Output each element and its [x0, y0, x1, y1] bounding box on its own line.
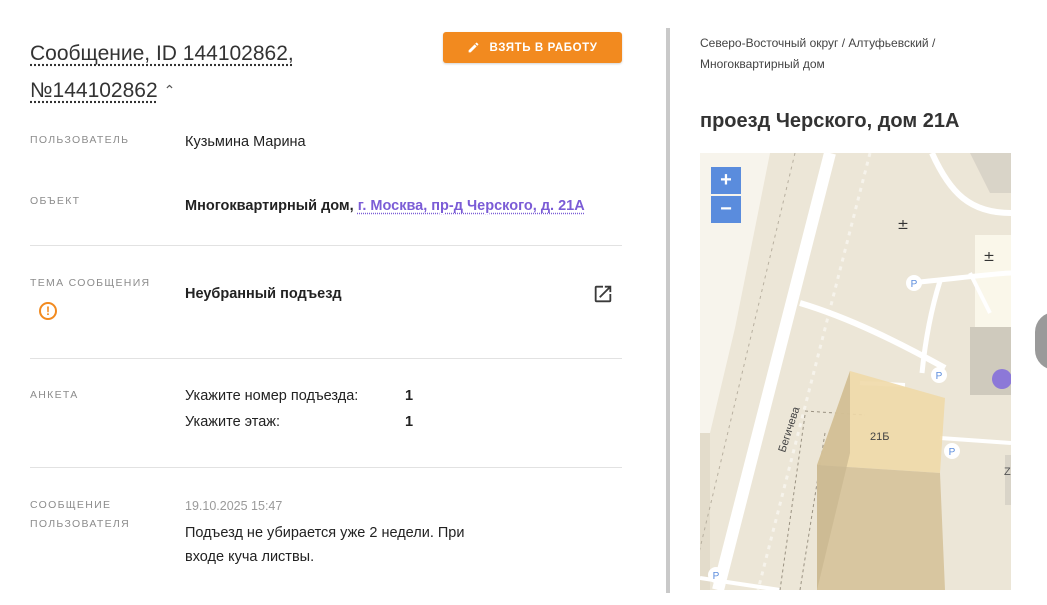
survey-answer: 1 [405, 388, 414, 404]
svg-text:P: P [936, 371, 943, 382]
building-label: 21Б [870, 431, 889, 443]
divider [30, 358, 622, 359]
survey-label: АНКЕТА [30, 389, 79, 401]
user-message-label-line-1: СООБЩЕНИЕ [30, 499, 112, 511]
survey-question: Укажите номер подъезда: [185, 388, 359, 404]
user-message-label-line-2: ПОЛЬЗОВАТЕЛЯ [30, 518, 130, 530]
parking-icon: P [944, 443, 960, 459]
divider [30, 467, 622, 468]
zoom-out-button[interactable]: − [711, 196, 741, 223]
building-fragment-label: Z [1004, 466, 1011, 478]
user-message-text: Подъезд не убирается уже 2 недели. При в… [185, 525, 465, 565]
user-value: Кузьмина Марина [185, 134, 306, 150]
user-message-timestamp: 19.10.2025 15:47 [185, 499, 283, 513]
parking-icon: P [906, 275, 922, 291]
pencil-icon [469, 42, 479, 53]
parking-icon: P [708, 567, 724, 583]
object-value: Многоквартирный дом, г. Москва, пр-д Чер… [185, 198, 585, 214]
title-line-2: №144102862 [30, 79, 158, 102]
panel-divider[interactable] [666, 28, 670, 593]
take-to-work-label: ВЗЯТЬ В РАБОТУ [489, 41, 598, 54]
map-canvas: P P P P ± ± Бегичева 21Б Z [700, 153, 1011, 590]
survey-answer: 1 [405, 414, 414, 430]
chevron-up-icon[interactable]: ⌃ [164, 72, 176, 108]
object-address-link[interactable]: г. Москва, пр-д Черского, д. 21А [358, 198, 585, 214]
location-map[interactable]: P P P P ± ± Бегичева 21Б Z + − [700, 153, 1011, 590]
user-label: ПОЛЬЗОВАТЕЛЬ [30, 134, 130, 146]
zoom-in-button[interactable]: + [711, 167, 741, 194]
title-line-1: Сообщение, ID 144102862, [30, 42, 294, 65]
external-link-icon[interactable] [592, 283, 614, 305]
side-panel-toggle[interactable] [1035, 312, 1047, 370]
topic-label: ТЕМА СООБЩЕНИЯ [30, 277, 151, 289]
survey-question: Укажите этаж: [185, 414, 281, 430]
svg-text:P: P [713, 571, 720, 582]
poi-icon: ± [897, 217, 909, 233]
user-message-label: СООБЩЕНИЕ ПОЛЬЗОВАТЕЛЯ [30, 496, 130, 534]
topic-value: Неубранный подъезд [185, 286, 342, 302]
warning-icon: ! [39, 302, 57, 320]
poi-icon: ± [983, 249, 995, 265]
svg-text:P: P [911, 279, 918, 290]
object-type: Многоквартирный дом, [185, 198, 354, 214]
divider [30, 245, 622, 246]
message-title[interactable]: Сообщение, ID 144102862, №144102862 ⌃ [30, 36, 430, 109]
svg-text:P: P [949, 447, 956, 458]
location-address: проезд Черского, дом 21А [700, 110, 960, 132]
take-to-work-button[interactable]: ВЗЯТЬ В РАБОТУ [443, 32, 622, 63]
location-breadcrumb: Северо-Восточный округ / Алтуфьевский / … [700, 36, 936, 71]
parking-icon: P [931, 367, 947, 383]
message-panel: Сообщение, ID 144102862, №144102862 ⌃ ВЗЯ… [0, 0, 660, 605]
object-label: ОБЪЕКТ [30, 195, 81, 207]
